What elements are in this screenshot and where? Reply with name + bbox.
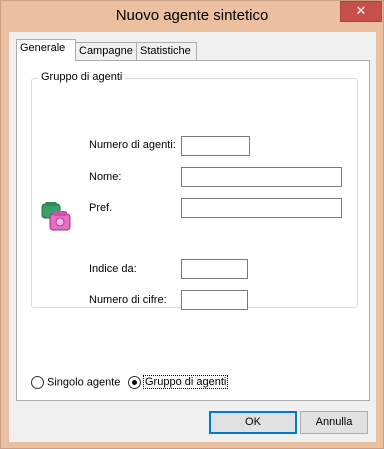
ok-button[interactable]: OK <box>209 411 297 434</box>
nome-input[interactable] <box>181 167 342 187</box>
close-button[interactable]: ✕ <box>340 1 382 22</box>
radio-circle-checked[interactable] <box>128 376 141 389</box>
pref-input[interactable] <box>181 198 342 218</box>
nome-label: Nome: <box>89 171 122 183</box>
radio-label: Gruppo di agenti <box>142 375 229 390</box>
radio-singolo-agente[interactable]: Singolo agente <box>31 376 120 389</box>
title-bar[interactable]: Nuovo agente sintetico ✕ <box>1 1 383 31</box>
group-label: Gruppo di agenti <box>38 71 126 83</box>
indice-da-input[interactable] <box>181 259 248 279</box>
radio-gruppo-agenti[interactable]: Gruppo di agenti <box>128 375 229 390</box>
dialog-client-area: Generale Campagne Statistiche Gruppo di … <box>9 32 376 442</box>
numero-cifre-label: Numero di cifre: <box>89 294 167 306</box>
numero-agenti-input[interactable] <box>181 136 250 156</box>
cancel-button[interactable]: Annulla <box>300 411 368 434</box>
tab-panel-generale: Gruppo di agenti Numero di agenti: Nome:… <box>16 60 370 401</box>
pref-label: Pref. <box>89 202 113 214</box>
indice-da-label: Indice da: <box>89 263 137 275</box>
window-title: Nuovo agente sintetico <box>115 7 269 24</box>
radio-circle[interactable] <box>31 376 44 389</box>
tab-statistiche[interactable]: Statistiche <box>136 42 197 61</box>
dialog-window: Nuovo agente sintetico ✕ Generale Campag… <box>0 0 384 449</box>
tab-campagne[interactable]: Campagne <box>75 42 137 61</box>
numero-cifre-input[interactable] <box>181 290 248 310</box>
telephone-icon <box>41 202 71 231</box>
radio-label: Singolo agente <box>47 376 121 389</box>
numero-agenti-label: Numero di agenti: <box>89 139 176 151</box>
tab-generale[interactable]: Generale <box>16 39 76 61</box>
